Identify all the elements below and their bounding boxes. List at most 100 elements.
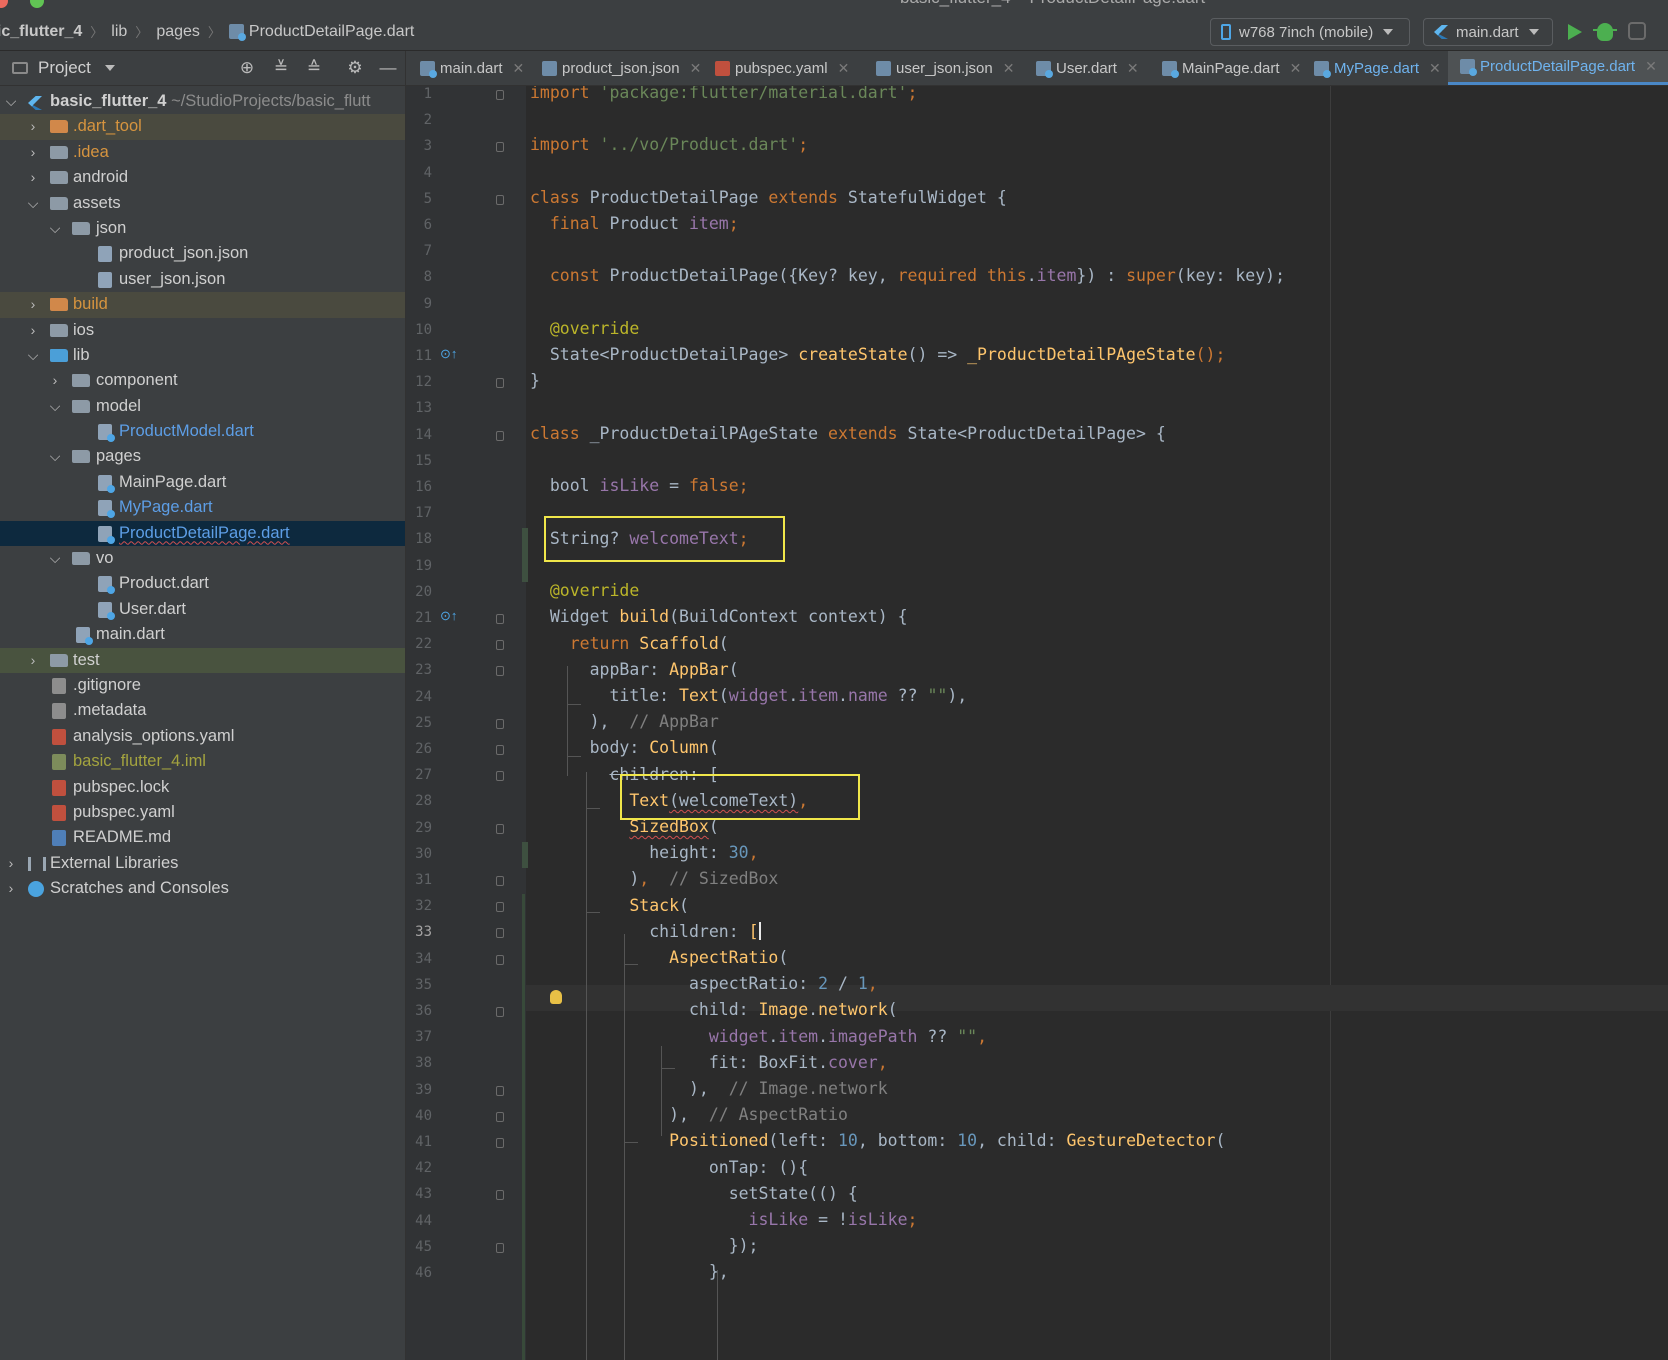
breadcrumb-project[interactable]: sic_flutter_4 [0,23,82,41]
tab-user-json[interactable]: user_json.json ✕ [876,51,1014,85]
chevron-right-icon[interactable]: › [26,114,40,139]
tree-item-lib[interactable]: ⌵ lib [0,343,405,368]
chevron-down-icon[interactable]: ⌵ [48,444,62,469]
tree-item-scratches[interactable]: › Scratches and Consoles [0,876,405,901]
tree-item-test[interactable]: › test [0,647,405,673]
close-window-icon[interactable] [0,0,8,8]
fold-toggle-icon[interactable] [496,954,504,965]
fold-toggle-icon[interactable] [496,378,504,389]
tab-product-json[interactable]: product_json.json ✕ [542,51,701,85]
collapse-all-icon[interactable]: ≙ [305,59,323,77]
hide-panel-icon[interactable]: — [379,59,397,77]
fold-toggle-icon[interactable] [496,1190,504,1201]
tree-item-project-root[interactable]: ⌵ basic_flutter_4 ~/StudioProjects/basic… [0,89,405,114]
fold-toggle-icon[interactable] [496,430,504,441]
fold-toggle-icon[interactable] [496,142,504,153]
tree-item-product-json[interactable]: product_json.json [0,241,405,266]
tree-item-pages[interactable]: ⌵ pages [0,444,405,469]
override-marker-icon[interactable]: ⊙↑ [440,346,457,362]
fold-toggle-icon[interactable] [496,614,504,624]
tab-mypage-dart[interactable]: MyPage.dart ✕ [1314,51,1441,85]
tab-mainpage-dart[interactable]: MainPage.dart ✕ [1162,51,1301,85]
chevron-down-icon[interactable]: ⌵ [48,216,62,241]
tree-item-build[interactable]: › build [0,292,405,318]
fold-toggle-icon[interactable] [496,1085,504,1096]
breadcrumb-pages[interactable]: pages [156,23,200,41]
tree-item-user-dart[interactable]: User.dart [0,597,405,622]
tree-item-external-libraries[interactable]: › External Libraries [0,851,405,876]
fold-toggle-icon[interactable] [496,1242,504,1253]
close-icon[interactable]: ✕ [1127,60,1139,77]
profile-icon[interactable] [1628,22,1646,40]
tree-item-component[interactable]: › component [0,368,405,393]
fold-toggle-icon[interactable] [496,1138,504,1148]
breadcrumb-file[interactable]: ProductDetailPage.dart [249,23,414,41]
fold-toggle-icon[interactable] [496,194,504,205]
fold-toggle-icon[interactable] [496,745,504,755]
close-icon[interactable]: ✕ [1003,60,1015,77]
close-icon[interactable]: ✕ [1429,60,1441,77]
code-editor[interactable]: ⊙↑ ⊙↑ 1 2 3 4 5 6 7 8 9 10 11 12 13 14 15 16 17 18 19 20 21 2… [406,86,1668,1360]
tree-item-gitignore[interactable]: .gitignore [0,673,405,698]
chevron-right-icon[interactable]: › [26,292,40,317]
chevron-down-icon[interactable]: ⌵ [48,394,62,419]
fold-toggle-icon[interactable] [496,718,504,729]
fold-toggle-icon[interactable] [496,1111,504,1122]
tree-item-productdetailpage-dart[interactable]: ProductDetailPage.dart [0,520,405,547]
tree-item-vo[interactable]: ⌵ vo [0,546,405,571]
tree-item-pubspec-yaml[interactable]: pubspec.yaml [0,800,405,825]
close-icon[interactable]: ✕ [1645,58,1657,75]
fold-toggle-icon[interactable] [496,902,504,913]
fold-toggle-icon[interactable] [496,1007,504,1017]
tab-user-dart[interactable]: User.dart ✕ [1036,51,1139,85]
chevron-down-icon[interactable]: ⌵ [26,191,40,216]
tree-item-idea[interactable]: › .idea [0,140,405,165]
device-selector[interactable]: w768 7inch (mobile) [1210,18,1410,46]
close-icon[interactable]: ✕ [838,60,850,77]
tree-item-model[interactable]: ⌵ model [0,394,405,419]
tab-productdetailpage-dart[interactable]: ProductDetailPage.dart ✕ [1448,51,1668,85]
chevron-right-icon[interactable]: › [26,318,40,343]
tab-main-dart[interactable]: main.dart ✕ [420,51,524,85]
close-icon[interactable]: ✕ [690,60,702,77]
chevron-down-icon[interactable]: ⌵ [4,89,18,114]
tree-item-json[interactable]: ⌵ json [0,216,405,241]
maximize-window-icon[interactable] [30,0,44,8]
chevron-right-icon[interactable]: › [4,876,18,901]
tree-item-pubspec-lock[interactable]: pubspec.lock [0,775,405,800]
locate-icon[interactable]: ⊕ [238,59,256,77]
close-icon[interactable]: ✕ [513,60,525,77]
tree-item-mainpage-dart[interactable]: MainPage.dart [0,470,405,495]
run-config-selector[interactable]: main.dart [1423,18,1553,46]
chevron-right-icon[interactable]: › [26,140,40,165]
chevron-right-icon[interactable]: › [26,648,40,673]
tree-item-dart-tool[interactable]: › .dart_tool [0,114,405,140]
tree-item-main-dart[interactable]: main.dart [0,622,405,647]
fold-toggle-icon[interactable] [496,823,504,834]
fold-toggle-icon[interactable] [496,771,504,782]
tree-item-readme[interactable]: README.md [0,825,405,850]
close-icon[interactable]: ✕ [1290,60,1302,77]
fold-toggle-icon[interactable] [496,640,504,651]
tab-pubspec-yaml[interactable]: pubspec.yaml ✕ [715,51,849,85]
tree-item-product-dart[interactable]: Product.dart [0,571,405,596]
tree-item-iml[interactable]: basic_flutter_4.iml [0,749,405,774]
breadcrumb-lib[interactable]: lib [111,23,127,41]
run-icon[interactable] [1568,24,1582,40]
fold-toggle-icon[interactable] [496,90,504,100]
fold-toggle-icon[interactable] [496,928,504,939]
project-view-selector[interactable]: Project [38,58,91,78]
tree-item-mypage-dart[interactable]: MyPage.dart [0,495,405,520]
tree-item-user-json[interactable]: user_json.json [0,267,405,292]
tree-item-ios[interactable]: › ios [0,318,405,343]
tree-item-metadata[interactable]: .metadata [0,698,405,723]
chevron-right-icon[interactable]: › [4,851,18,876]
chevron-down-icon[interactable]: ⌵ [48,546,62,571]
gear-icon[interactable]: ⚙ [346,59,364,77]
chevron-right-icon[interactable]: › [48,368,62,393]
fold-toggle-icon[interactable] [496,876,504,886]
override-marker-icon[interactable]: ⊙↑ [440,608,457,624]
debug-icon[interactable] [1593,23,1617,41]
chevron-down-icon[interactable]: ⌵ [26,343,40,368]
chevron-right-icon[interactable]: › [26,165,40,190]
